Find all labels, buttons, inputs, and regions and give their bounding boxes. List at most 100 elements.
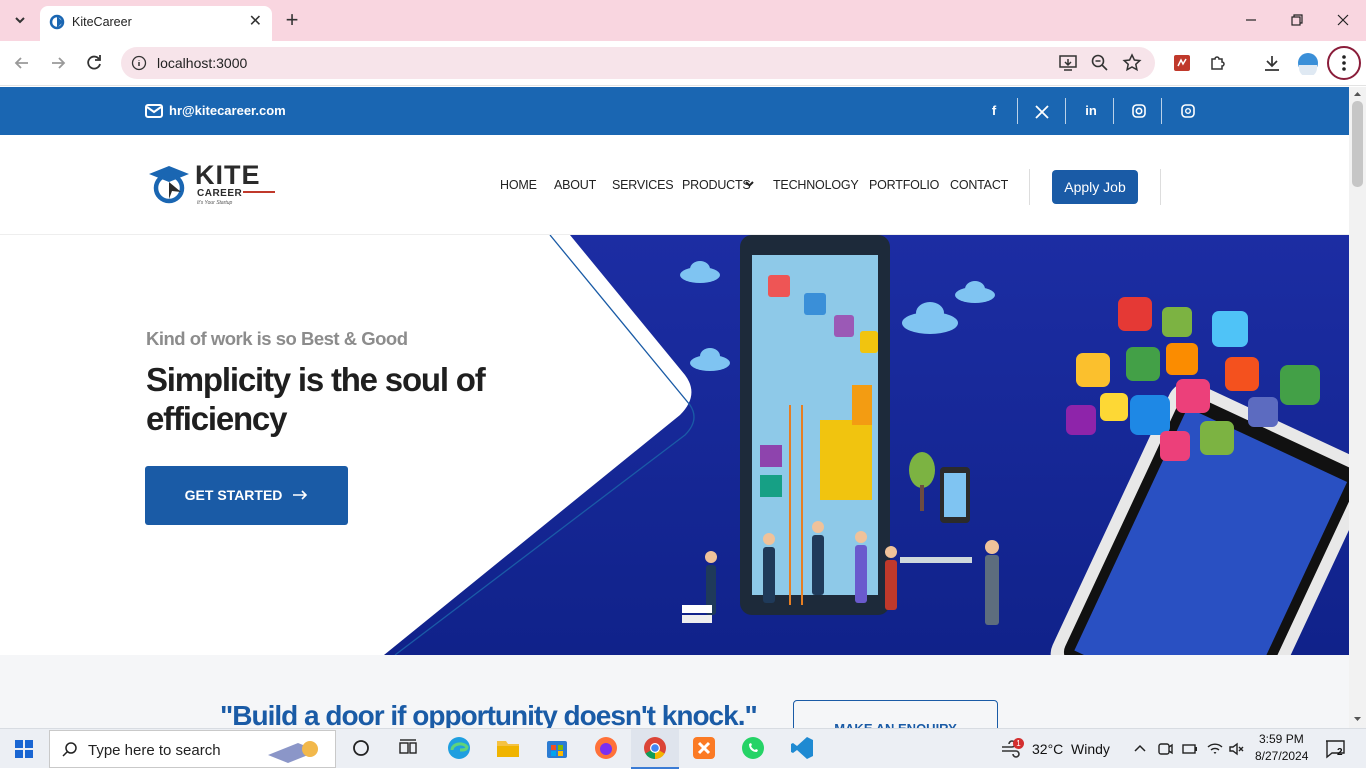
site-header: KITE CAREER It's Your Startup HOME ABOUT… [0, 135, 1349, 235]
social-divider [1161, 98, 1162, 124]
linkedin-icon[interactable]: in [1067, 99, 1115, 123]
header-divider [1029, 169, 1030, 205]
volume-muted-icon[interactable] [1228, 741, 1246, 757]
site-contact-bar: hr@kitecareer.com f in [0, 87, 1349, 135]
nav-about[interactable]: ABOUT [554, 178, 596, 192]
nav-services[interactable]: SERVICES [612, 178, 674, 192]
tab-title: KiteCareer [72, 15, 132, 29]
chevron-down-icon[interactable] [745, 181, 754, 188]
tab-search-button[interactable] [8, 8, 32, 32]
notification-count: 2 [1337, 747, 1343, 758]
logo-underline [243, 191, 275, 193]
tab-active[interactable]: KiteCareer ✕ [40, 6, 272, 41]
weather-badge: 1 [1013, 738, 1024, 749]
site-logo[interactable]: KITE CAREER It's Your Startup [147, 160, 277, 210]
browser-tab-strip: KiteCareer ✕ + [0, 0, 1366, 41]
page-scrollbar[interactable] [1349, 87, 1366, 728]
minimize-icon[interactable] [1239, 8, 1263, 32]
get-started-button[interactable]: GET STARTED [145, 466, 348, 525]
site-info-icon[interactable] [131, 55, 147, 71]
search-placeholder: Type here to search [88, 742, 221, 759]
profile-avatar-icon[interactable] [1296, 51, 1320, 75]
logo-wordmark: KITE [195, 160, 261, 190]
bookmark-star-icon[interactable] [1120, 51, 1144, 75]
header-divider [1160, 169, 1161, 205]
nav-technology[interactable]: TECHNOLOGY [773, 178, 859, 192]
chrome-icon [644, 737, 666, 759]
url-text: localhost:3000 [157, 55, 248, 71]
hero-illustration [384, 235, 1349, 655]
clock-date[interactable]: 8/27/2024 [1255, 749, 1308, 763]
nav-home[interactable]: HOME [500, 178, 537, 192]
forward-icon[interactable] [46, 51, 70, 75]
wifi-icon[interactable] [1206, 741, 1224, 757]
kite-favicon-icon [49, 14, 65, 30]
nav-products[interactable]: PRODUCTS [682, 178, 751, 192]
instagram-glyph-icon [1132, 104, 1146, 118]
apply-job-button[interactable]: Apply Job [1052, 170, 1138, 204]
more-vertical-icon [1342, 55, 1346, 71]
search-highlight-icon [268, 741, 318, 763]
weather-temp[interactable]: 32°C [1032, 741, 1063, 757]
firefox-icon[interactable] [593, 735, 619, 761]
meet-now-icon[interactable] [1157, 740, 1173, 758]
browser-toolbar: localhost:3000 [0, 41, 1366, 86]
window-close-icon[interactable] [1331, 8, 1355, 32]
task-view-icon[interactable] [395, 735, 421, 761]
tray-expand-icon[interactable] [1133, 743, 1147, 753]
mail-icon [145, 104, 163, 118]
logo-mark-icon [149, 166, 189, 204]
facebook-icon[interactable]: f [970, 99, 1018, 123]
extensions-puzzle-icon[interactable] [1206, 51, 1230, 75]
edge-icon[interactable] [446, 735, 472, 761]
cortana-icon[interactable] [348, 735, 374, 761]
zoom-icon[interactable] [1088, 51, 1112, 75]
tab-close-icon[interactable]: ✕ [249, 11, 262, 31]
download-icon[interactable] [1260, 51, 1284, 75]
social-divider [1113, 98, 1114, 124]
hero-kicker: Kind of work is so Best & Good [146, 328, 408, 349]
xampp-icon[interactable] [691, 735, 717, 761]
contact-email[interactable]: hr@kitecareer.com [169, 103, 286, 118]
get-started-label: GET STARTED [184, 487, 283, 503]
threads-icon[interactable] [1164, 99, 1212, 123]
windows-start-icon[interactable] [14, 739, 34, 759]
logo-subtext: CAREER [197, 188, 243, 199]
reload-icon[interactable] [82, 51, 106, 75]
windows-taskbar: Type here to search 1 32°C Windy 3:59 PM… [0, 728, 1366, 769]
instagram-icon[interactable] [1115, 99, 1163, 123]
file-explorer-icon[interactable] [495, 735, 521, 761]
scroll-up-icon[interactable] [1353, 91, 1362, 97]
chevron-down-icon [15, 17, 25, 24]
quote-text: "Build a door if opportunity doesn't kno… [220, 700, 758, 728]
store-icon[interactable] [544, 735, 570, 761]
nav-portfolio[interactable]: PORTFOLIO [869, 178, 939, 192]
install-app-icon[interactable] [1056, 51, 1080, 75]
quote-section: "Build a door if opportunity doesn't kno… [0, 655, 1349, 728]
vscode-icon[interactable] [789, 735, 815, 761]
restore-icon[interactable] [1285, 8, 1309, 32]
whatsapp-icon[interactable] [740, 735, 766, 761]
address-bar[interactable]: localhost:3000 [121, 47, 1155, 79]
threads-glyph-icon [1181, 104, 1195, 118]
x-twitter-icon[interactable] [1018, 99, 1066, 123]
taskbar-search[interactable]: Type here to search [49, 730, 336, 768]
search-icon [62, 742, 77, 757]
scroll-down-icon[interactable] [1353, 716, 1362, 722]
battery-icon[interactable] [1181, 741, 1199, 757]
logo-tagline: It's Your Startup [197, 200, 233, 206]
scrollbar-thumb[interactable] [1352, 101, 1363, 187]
extension-icon[interactable] [1170, 51, 1194, 75]
browser-menu-button[interactable] [1327, 46, 1361, 80]
weather-desc[interactable]: Windy [1071, 741, 1110, 757]
arrow-right-icon [293, 490, 308, 500]
clock-time[interactable]: 3:59 PM [1259, 732, 1304, 746]
make-enquiry-button[interactable]: MAKE AN ENQUIRY [793, 700, 998, 728]
taskbar-active-app[interactable] [631, 729, 679, 769]
back-icon[interactable] [10, 51, 34, 75]
nav-contact[interactable]: CONTACT [950, 178, 1008, 192]
new-tab-button[interactable]: + [280, 8, 304, 32]
hero-section: Kind of work is so Best & Good Simplicit… [0, 235, 1349, 655]
social-divider [1065, 98, 1066, 124]
x-logo-icon [1035, 105, 1049, 119]
